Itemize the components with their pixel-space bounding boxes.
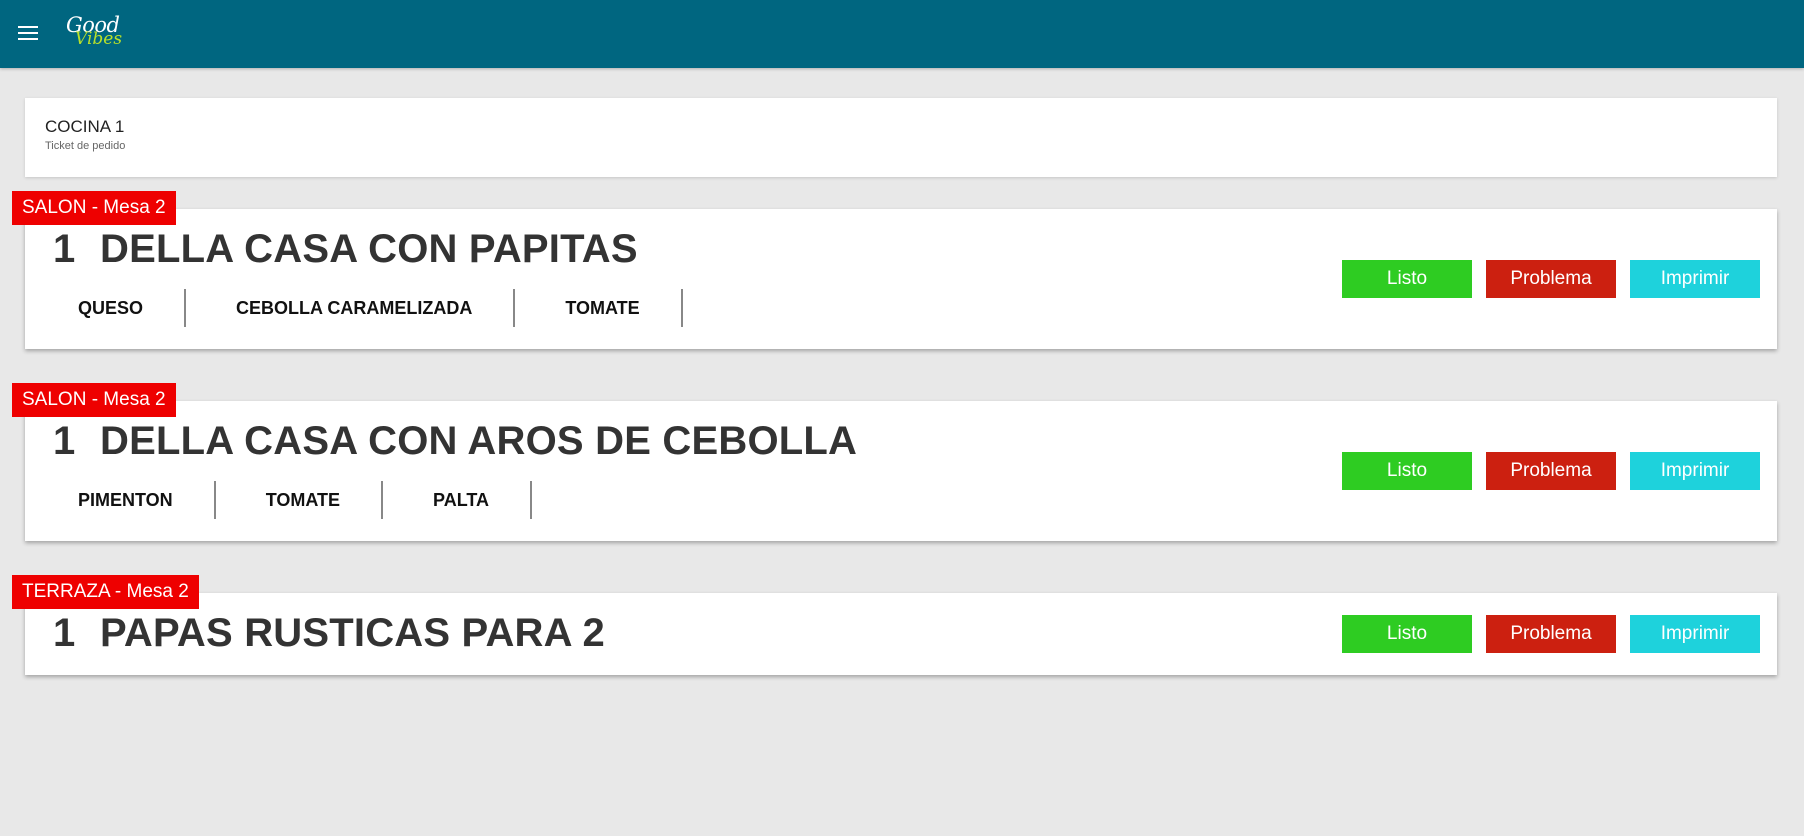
order-quantity: 1 bbox=[53, 419, 76, 463]
modifier-item: TOMATE bbox=[216, 481, 384, 519]
order-item-line: 1 PAPAS RUSTICAS PARA 2 bbox=[53, 611, 605, 656]
order-modifiers: PIMENTON TOMATE PALTA bbox=[53, 481, 533, 519]
order-modifiers: QUESO CEBOLLA CARAMELIZADA TOMATE bbox=[53, 289, 683, 327]
problema-button[interactable]: Problema bbox=[1486, 615, 1616, 653]
order-item-name: DELLA CASA CON AROS DE CEBOLLA bbox=[100, 419, 858, 463]
station-subtitle: Ticket de pedido bbox=[45, 140, 126, 152]
imprimir-button[interactable]: Imprimir bbox=[1630, 260, 1760, 298]
order-card: 1 DELLA CASA CON PAPITAS QUESO CEBOLLA CA… bbox=[25, 209, 1777, 349]
logo-text-bottom: Vibes bbox=[75, 29, 123, 49]
imprimir-button[interactable]: Imprimir bbox=[1630, 452, 1760, 490]
order-item-name: PAPAS RUSTICAS PARA 2 bbox=[100, 611, 606, 655]
problema-button[interactable]: Problema bbox=[1486, 260, 1616, 298]
modifier-item: PIMENTON bbox=[53, 481, 216, 519]
top-app-bar: Good Vibes bbox=[0, 0, 1804, 68]
good-vibes-logo[interactable]: Good Vibes bbox=[66, 15, 126, 55]
order-item-name: DELLA CASA CON PAPITAS bbox=[100, 227, 638, 271]
problema-button[interactable]: Problema bbox=[1486, 452, 1616, 490]
order-location-tag: TERRAZA - Mesa 2 bbox=[12, 575, 199, 609]
station-header-card: COCINA 1 Ticket de pedido bbox=[25, 98, 1777, 177]
modifier-item: QUESO bbox=[53, 289, 187, 327]
menu-icon[interactable] bbox=[18, 26, 38, 42]
modifier-item: PALTA bbox=[383, 481, 533, 519]
listo-button[interactable]: Listo bbox=[1342, 260, 1472, 298]
order-item-line: 1 DELLA CASA CON PAPITAS bbox=[53, 227, 638, 272]
listo-button[interactable]: Listo bbox=[1342, 452, 1472, 490]
modifier-item: TOMATE bbox=[515, 289, 683, 327]
order-item-line: 1 DELLA CASA CON AROS DE CEBOLLA bbox=[53, 419, 857, 464]
imprimir-button[interactable]: Imprimir bbox=[1630, 615, 1760, 653]
order-quantity: 1 bbox=[53, 227, 76, 271]
order-card: 1 DELLA CASA CON AROS DE CEBOLLA PIMENTON… bbox=[25, 401, 1777, 541]
order-card: 1 PAPAS RUSTICAS PARA 2 Listo Problema Im… bbox=[25, 593, 1777, 675]
order-location-tag: SALON - Mesa 2 bbox=[12, 383, 176, 417]
modifier-item: CEBOLLA CARAMELIZADA bbox=[186, 289, 516, 327]
listo-button[interactable]: Listo bbox=[1342, 615, 1472, 653]
order-quantity: 1 bbox=[53, 611, 76, 655]
order-location-tag: SALON - Mesa 2 bbox=[12, 191, 176, 225]
station-title: COCINA 1 bbox=[45, 117, 125, 136]
